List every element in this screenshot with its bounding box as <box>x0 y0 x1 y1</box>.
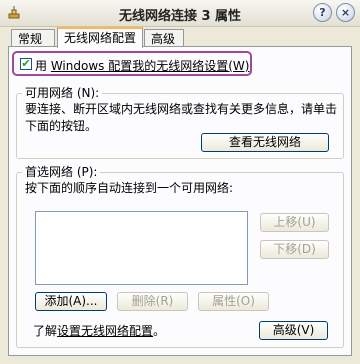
learn-more-text: 了解设置无线网络配置。 <box>33 322 165 339</box>
tab-advanced[interactable]: 高级 <box>144 29 184 47</box>
tab-general[interactable]: 常规 <box>11 29 55 47</box>
title-bar[interactable]: 无线网络连接 3 属性 ? × <box>0 0 360 27</box>
move-up-button[interactable]: 上移(U) <box>260 213 329 232</box>
view-wireless-networks-button[interactable]: 查看无线网络 <box>201 133 329 152</box>
use-windows-label-text: Windows 配置我的无线网络设置(W) <box>50 59 250 73</box>
use-windows-checkbox[interactable]: ✔ <box>20 58 32 70</box>
preferred-networks-description: 按下面的顺序自动连接到一个可用网络: <box>25 181 234 195</box>
use-windows-label-prefix: 用 <box>35 59 51 73</box>
window-title: 无线网络连接 3 属性 <box>118 9 242 24</box>
add-button[interactable]: 添加(A)... <box>35 292 107 311</box>
available-networks-description: 要连接、断开区域内无线网络或查找有关更多信息，请单击下面的按钮。 <box>25 102 338 133</box>
help-button[interactable]: ? <box>313 3 332 22</box>
preferred-networks-legend: 首选网络 (P): <box>22 163 101 180</box>
remove-button[interactable]: 删除(R) <box>117 292 188 311</box>
advanced-button[interactable]: 高级(V) <box>259 321 328 340</box>
learn-more-suffix: 。 <box>153 324 166 338</box>
properties-button[interactable]: 属性(O) <box>198 292 269 311</box>
close-button[interactable]: × <box>336 3 355 22</box>
use-windows-label[interactable]: 用 Windows 配置我的无线网络设置(W) <box>35 57 249 74</box>
properties-window: 无线网络连接 3 属性 ? × 常规 无线网络配置 高级 ✔ 用 Windows… <box>0 0 360 364</box>
move-down-button[interactable]: 下移(D) <box>260 240 329 259</box>
tab-wireless-networks[interactable]: 无线网络配置 <box>57 27 143 48</box>
preferred-networks-list[interactable] <box>35 211 248 285</box>
learn-more-link[interactable]: 设置无线网络配置 <box>57 324 153 338</box>
learn-more-prefix: 了解 <box>33 324 58 338</box>
available-networks-legend: 可用网络 (N): <box>22 84 103 101</box>
